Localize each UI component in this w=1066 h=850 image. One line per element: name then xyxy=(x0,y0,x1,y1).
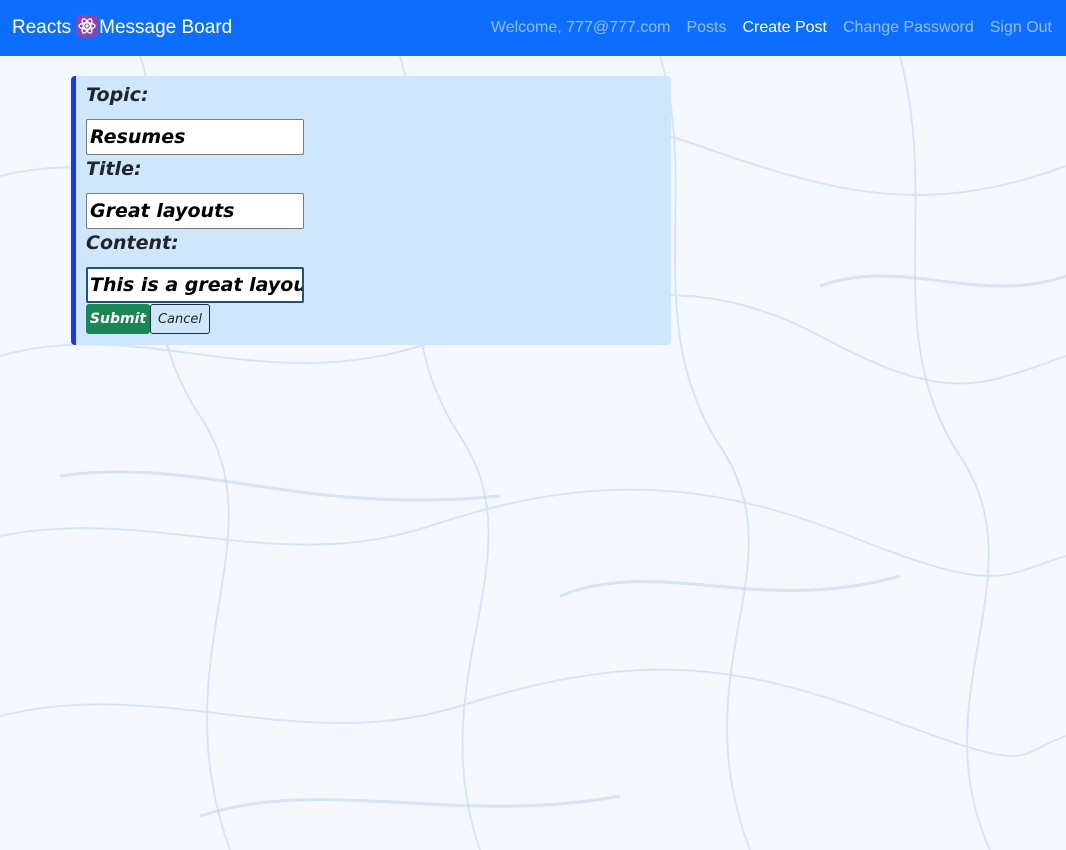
welcome-text: Welcome, 777@777.com xyxy=(490,19,671,36)
submit-button[interactable]: Submit xyxy=(86,304,150,334)
brand-prefix: Reacts xyxy=(12,17,72,38)
content-input[interactable] xyxy=(86,267,304,303)
topic-input[interactable] xyxy=(86,119,304,155)
nav-links: Welcome, 777@777.com Posts Create Post Chan… xyxy=(491,17,1052,39)
brand-link[interactable]: Reacts Message Board xyxy=(12,14,232,42)
atom-icon xyxy=(76,15,99,37)
content-label: Content: xyxy=(86,232,179,254)
nav-link-create-post[interactable]: Create Post xyxy=(743,19,827,36)
nav-link-posts[interactable]: Posts xyxy=(686,19,726,36)
title-input[interactable] xyxy=(86,193,304,229)
nav-link-sign-out[interactable]: Sign Out xyxy=(990,19,1052,36)
topic-label: Topic: xyxy=(86,84,149,106)
top-navbar: Reacts Message Board Welcome, 777@777.com… xyxy=(0,0,1066,56)
title-label: Title: xyxy=(86,158,142,180)
nav-link-change-password[interactable]: Change Password xyxy=(843,19,974,36)
create-post-form: Topic: Title: Content: Submit Cancel xyxy=(71,76,671,345)
cancel-button[interactable]: Cancel xyxy=(150,304,210,334)
brand-suffix: Message Board xyxy=(99,17,233,38)
